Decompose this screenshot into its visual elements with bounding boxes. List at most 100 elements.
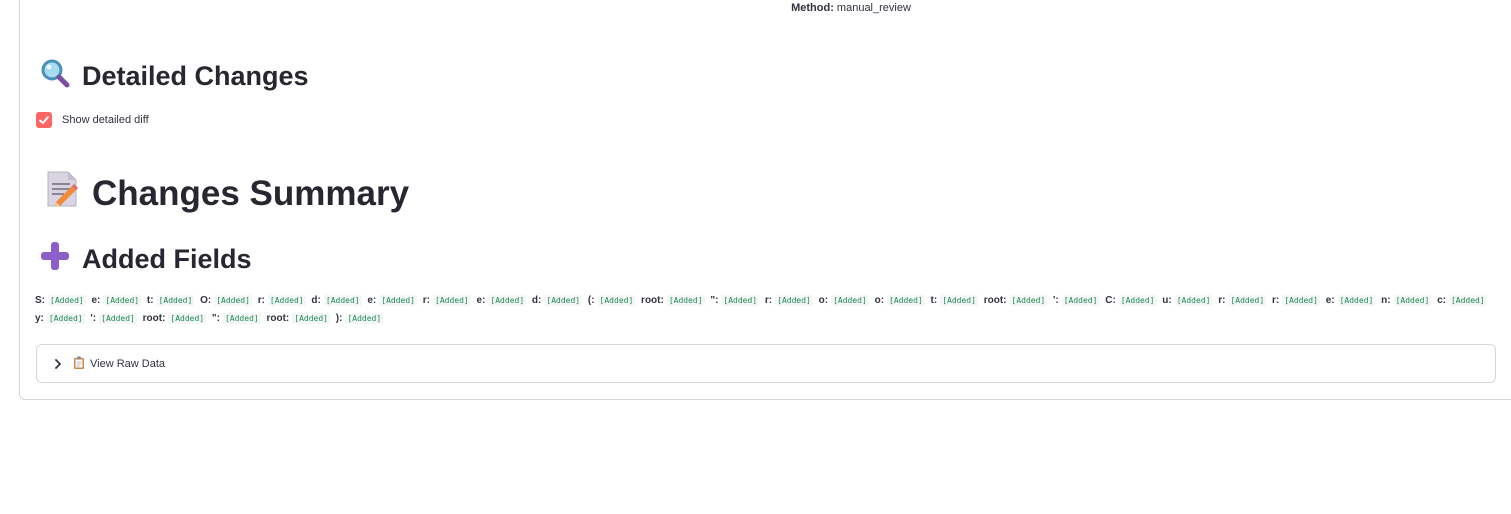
added-tag-badge: [Added] (292, 313, 330, 324)
added-field-item: u: [Added] (1162, 292, 1213, 310)
added-field-key: root: (266, 313, 290, 324)
added-tag-badge: [Added] (168, 313, 207, 324)
added-field-item: y: [Added] (35, 310, 85, 328)
method-value: manual_review (836, 2, 911, 14)
added-field-item: ': [Added] (90, 310, 137, 328)
added-field-item: root: [Added] (266, 310, 330, 328)
detailed-changes-heading: Detailed Changes (40, 58, 309, 95)
added-field-key: t: (146, 295, 154, 306)
memo-icon (44, 170, 80, 217)
added-fields-list: S: [Added] e: [Added] t: [Added] O: [Added] … (35, 292, 1500, 328)
added-field-key: e: (367, 295, 377, 306)
added-field-key: r: (422, 295, 431, 306)
added-field-key: t: (930, 295, 938, 306)
added-field-item: ": [Added] (710, 292, 760, 310)
added-field-key: d: (311, 295, 321, 306)
added-field-key: e: (1325, 295, 1335, 306)
added-field-item: (: [Added] (587, 292, 636, 310)
added-tag-badge: [Added] (103, 295, 142, 306)
added-field-item: d: [Added] (531, 292, 583, 310)
added-tag-badge: [Added] (1448, 295, 1487, 306)
show-diff-checkbox-row[interactable]: Show detailed diff (36, 112, 149, 128)
added-field-key: S: (35, 295, 45, 306)
added-tag-badge: [Added] (214, 295, 252, 306)
view-raw-data-label: View Raw Data (90, 357, 165, 370)
check-icon (39, 116, 49, 124)
added-tag-badge: [Added] (48, 295, 86, 306)
added-tag-badge: [Added] (1061, 295, 1100, 306)
added-field-item: root: [Added] (641, 292, 705, 310)
added-field-key: root: (641, 295, 664, 306)
added-tag-badge: [Added] (488, 295, 527, 306)
changes-summary-heading: Changes Summary (44, 170, 409, 217)
added-tag-badge: [Added] (721, 295, 760, 306)
added-tag-badge: [Added] (940, 295, 978, 306)
added-field-item: ": [Added] (212, 310, 261, 328)
added-tag-badge: [Added] (156, 295, 195, 306)
added-tag-badge: [Added] (222, 313, 261, 324)
added-tag-badge: [Added] (1282, 295, 1320, 306)
added-field-item: r: [Added] (258, 292, 306, 310)
added-field-item: o: [Added] (819, 292, 869, 310)
added-field-item: e: [Added] (92, 292, 142, 310)
added-tag-badge: [Added] (597, 295, 636, 306)
added-tag-badge: [Added] (345, 313, 384, 324)
added-field-key: ): (335, 313, 343, 324)
added-tag-badge: [Added] (887, 295, 925, 306)
added-field-item: n: [Added] (1381, 292, 1432, 310)
added-field-item: e: [Added] (1326, 292, 1376, 310)
added-field-item: C: [Added] (1105, 292, 1157, 310)
added-field-key: (: (587, 295, 595, 306)
added-field-item: O: [Added] (200, 292, 252, 310)
added-tag-badge: [Added] (1337, 295, 1376, 306)
method-line: Method: manual_review (20, 2, 1511, 14)
detailed-changes-title: Detailed Changes (82, 61, 309, 91)
added-field-item: c: [Added] (1437, 292, 1487, 310)
added-field-item: e: [Added] (477, 292, 527, 310)
added-field-key: n: (1381, 295, 1391, 306)
added-field-key: d: (531, 295, 542, 306)
added-field-item: S: [Added] (35, 292, 86, 310)
added-field-key: u: (1162, 295, 1172, 306)
added-tag-badge: [Added] (666, 295, 705, 306)
added-field-key: c: (1437, 295, 1446, 306)
added-tag-badge: [Added] (379, 295, 417, 306)
added-field-key: root: (983, 295, 1007, 306)
added-field-item: r: [Added] (765, 292, 813, 310)
added-field-key: r: (257, 295, 265, 306)
show-diff-label: Show detailed diff (62, 114, 149, 126)
magnifier-icon (40, 58, 70, 95)
added-tag-badge: [Added] (1393, 295, 1432, 306)
added-field-key: ": (211, 313, 220, 324)
added-tag-badge: [Added] (775, 295, 813, 306)
added-field-item: r: [Added] (1272, 292, 1320, 310)
added-field-key: o: (818, 295, 829, 306)
added-tag-badge: [Added] (1228, 295, 1267, 306)
added-field-key: root: (142, 313, 166, 324)
added-field-item: e: [Added] (367, 292, 417, 310)
added-field-item: t: [Added] (146, 292, 195, 310)
added-field-item: root: [Added] (984, 292, 1048, 310)
added-field-key: O: (200, 295, 212, 306)
added-tag-badge: [Added] (323, 295, 362, 306)
added-field-key: o: (874, 295, 885, 306)
added-fields-title: Added Fields (82, 244, 252, 274)
added-tag-badge: [Added] (1118, 295, 1157, 306)
added-tag-badge: [Added] (99, 313, 137, 324)
added-field-item: ): [Added] (335, 310, 384, 328)
show-diff-checkbox[interactable] (36, 112, 52, 128)
added-field-item: r: [Added] (1218, 292, 1267, 310)
view-raw-data-expander[interactable]: View Raw Data (36, 344, 1496, 383)
added-tag-badge: [Added] (267, 295, 306, 306)
added-field-item: r: [Added] (423, 292, 471, 310)
added-field-key: ": (710, 295, 719, 306)
added-field-key: C: (1105, 295, 1116, 306)
added-field-item: ': [Added] (1053, 292, 1100, 310)
added-field-key: e: (91, 295, 101, 306)
added-tag-badge: [Added] (831, 295, 869, 306)
added-field-item: d: [Added] (311, 292, 362, 310)
method-label: Method: (791, 2, 834, 14)
added-field-item: root: [Added] (143, 310, 207, 328)
added-field-key: y: (35, 313, 44, 324)
added-field-key: r: (1271, 295, 1280, 306)
